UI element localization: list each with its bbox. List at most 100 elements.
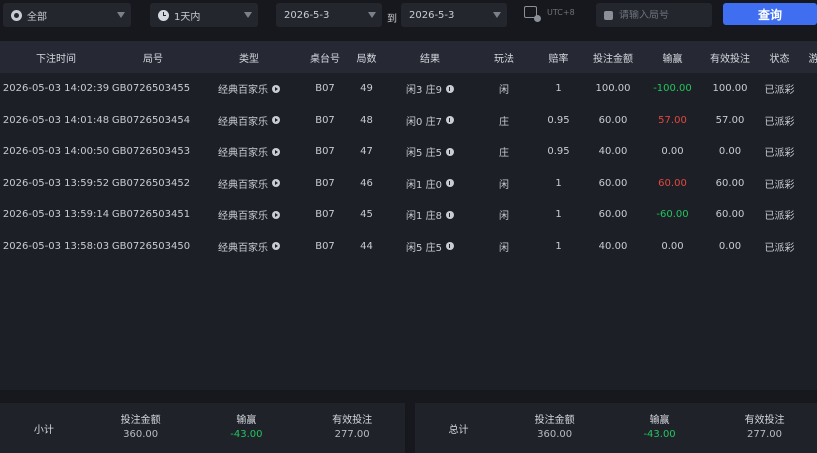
subtotal-bet-label: 投注金额 <box>120 415 161 426</box>
info-icon[interactable] <box>445 147 454 156</box>
clock-icon <box>158 9 169 21</box>
game-type-cell: 经典百家乐 <box>194 81 304 96</box>
table-row: 2026-05-03 14:01:48 GB0726503454 经典百家乐 B07 4… <box>0 105 817 137</box>
date-to-value: 2026-5-3 <box>409 9 455 21</box>
timezone-picker[interactable]: UTC+8 <box>524 6 575 22</box>
status: 已派彩 <box>764 148 795 160</box>
total-label: 总计 <box>448 424 469 436</box>
header-win-loss: 输赢 <box>662 53 683 65</box>
valid-bet: 100.00 <box>712 83 748 95</box>
table-row: 2026-05-03 13:59:14 GB0726503451 经典百家乐 B07 4… <box>0 199 817 231</box>
table-row: 2026-05-03 13:58:03 GB0726503450 经典百家乐 B07 4… <box>0 231 817 263</box>
chevron-down-icon <box>244 12 252 18</box>
odds: 0.95 <box>547 114 570 126</box>
header-result: 结果 <box>420 53 440 65</box>
game-type: 经典百家乐 <box>218 211 268 223</box>
game-type: 经典百家乐 <box>218 179 268 191</box>
date-to-select[interactable]: 2026-5-3 <box>401 3 507 27</box>
header-table-no: 桌台号 <box>310 53 340 65</box>
valid-bet: 60.00 <box>715 209 745 221</box>
header-round-no: 局数 <box>356 53 377 65</box>
round-id: GB0726503453 <box>112 146 191 158</box>
result: 闲0 庄7 <box>406 116 442 128</box>
valid-bet: 57.00 <box>715 114 745 126</box>
range-select[interactable]: 1天内 <box>150 3 258 27</box>
round-no: 47 <box>360 146 373 158</box>
bet-time: 2026-05-03 14:02:39 <box>2 83 110 95</box>
bet-amount: 60.00 <box>598 177 628 189</box>
game-type-cell: 经典百家乐 <box>194 113 304 128</box>
play-icon[interactable] <box>272 147 280 156</box>
globe-icon <box>11 9 22 21</box>
game-mode: 入座 <box>800 176 817 191</box>
bet-records-table: 下注时间 局号 类型 桌台号 局数 结果 玩法 赔率 投注金额 输赢 有效投注 … <box>0 41 817 390</box>
round-id-cell: GB0726503450 <box>112 241 194 252</box>
play-icon[interactable] <box>272 84 280 93</box>
info-icon[interactable] <box>445 179 454 188</box>
play-type: 闲 <box>499 211 509 223</box>
round-id: GB0726503450 <box>112 240 191 252</box>
win-loss: 57.00 <box>658 114 687 126</box>
table-no: B07 <box>315 114 335 126</box>
range-value: 1天内 <box>174 11 201 23</box>
subtotal-valid-label: 有效投注 <box>332 415 373 426</box>
play-icon[interactable] <box>272 179 280 188</box>
result-cell: 闲5 庄5 <box>387 144 473 159</box>
table-no: B07 <box>315 83 335 95</box>
bet-amount: 60.00 <box>598 209 628 221</box>
header-type: 类型 <box>239 53 259 65</box>
win-loss: 0.00 <box>661 146 684 158</box>
result-cell: 闲3 庄9 <box>387 81 473 96</box>
play-type: 闲 <box>499 179 509 191</box>
result: 闲3 庄9 <box>406 85 442 97</box>
search-icon <box>604 10 613 20</box>
result-cell: 闲1 庄8 <box>387 207 473 222</box>
header-play: 玩法 <box>494 53 514 65</box>
date-from-select[interactable]: 2026-5-3 <box>276 3 382 27</box>
bet-time: 2026-05-03 13:59:14 <box>2 209 110 221</box>
total-valid: 有效投注 277.00 <box>712 414 817 442</box>
chevron-down-icon <box>368 12 376 18</box>
status: 已派彩 <box>764 179 795 191</box>
total-win-value: -43.00 <box>643 429 676 440</box>
info-icon[interactable] <box>445 242 454 251</box>
game-mode: 入座 <box>800 239 817 254</box>
date-separator: 到 <box>387 14 397 25</box>
total-bet-label: 投注金额 <box>534 415 575 426</box>
chevron-down-icon <box>117 12 125 18</box>
round-id-input[interactable] <box>619 9 701 21</box>
round-id-cell: GB0726503451 <box>112 209 194 220</box>
odds: 1 <box>555 240 562 252</box>
valid-bet: 0.00 <box>718 146 742 158</box>
status: 已派彩 <box>764 211 795 223</box>
game-mode: 入座 <box>800 207 817 222</box>
header-bet-time: 下注时间 <box>36 53 76 65</box>
info-icon[interactable] <box>445 116 454 125</box>
scope-select[interactable]: 全部 <box>3 3 131 27</box>
play-icon[interactable] <box>272 210 280 219</box>
info-icon[interactable] <box>445 84 454 93</box>
odds: 1 <box>555 83 562 95</box>
timezone-label: UTC+8 <box>547 7 575 17</box>
game-mode: 入座 <box>800 81 817 96</box>
bet-time: 2026-05-03 14:01:48 <box>2 114 110 126</box>
total-valid-value: 277.00 <box>747 429 783 440</box>
info-icon[interactable] <box>445 210 454 219</box>
table-row: 2026-05-03 14:02:39 GB0726503455 经典百家乐 B07 4… <box>0 73 817 105</box>
play-icon[interactable] <box>272 242 280 251</box>
round-id-cell: GB0726503453 <box>112 146 194 157</box>
header-round-id: 局号 <box>143 53 163 65</box>
play-icon[interactable] <box>272 116 280 125</box>
total-bet: 投注金额 360.00 <box>502 414 607 442</box>
query-button[interactable]: 查询 <box>723 3 817 25</box>
table-row: 2026-05-03 13:59:52 GB0726503452 经典百家乐 B07 4… <box>0 168 817 200</box>
bet-amount: 60.00 <box>598 114 628 126</box>
table-header: 下注时间 局号 类型 桌台号 局数 结果 玩法 赔率 投注金额 输赢 有效投注 … <box>0 41 817 73</box>
play-type: 闲 <box>499 85 509 97</box>
subtotal-win-label: 输赢 <box>236 415 257 426</box>
subtotal-bet: 投注金额 360.00 <box>88 414 194 442</box>
round-no: 45 <box>360 209 373 221</box>
bet-amount: 40.00 <box>598 240 628 252</box>
header-bet-amount: 投注金额 <box>593 53 633 65</box>
status: 已派彩 <box>764 85 795 97</box>
